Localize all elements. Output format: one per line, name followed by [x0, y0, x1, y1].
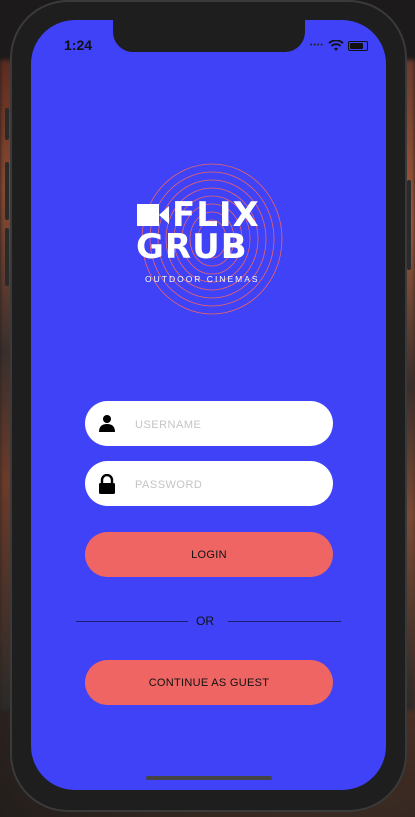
username-field[interactable] [85, 401, 333, 448]
or-separator-label: OR [196, 614, 214, 628]
username-input[interactable] [133, 401, 317, 448]
wifi-icon [328, 39, 344, 57]
side-button-power [407, 180, 411, 270]
side-button-mute [5, 108, 9, 140]
side-button-volume-down [5, 228, 9, 286]
lock-icon [98, 473, 116, 499]
notch [113, 20, 305, 52]
divider-left [76, 621, 188, 622]
login-button[interactable]: LOGIN [85, 532, 333, 577]
side-button-volume-up [5, 162, 9, 220]
status-icons: •••• [310, 38, 370, 52]
login-button-label: LOGIN [191, 548, 227, 561]
home-indicator[interactable] [146, 776, 272, 780]
battery-icon [348, 41, 368, 51]
logo-subtitle: OUTDOOR CINEMAS [145, 274, 260, 284]
logo-text-grub: GRUB [136, 227, 248, 267]
status-time: 1:24 [64, 37, 93, 53]
continue-as-guest-label: CONTINUE AS GUEST [148, 676, 270, 689]
password-input[interactable] [133, 461, 317, 508]
continue-as-guest-button[interactable]: CONTINUE AS GUEST [85, 660, 333, 705]
divider-right [228, 621, 341, 622]
cellular-signal-icon: •••• [310, 42, 324, 49]
user-icon [98, 414, 116, 437]
password-field[interactable] [85, 461, 333, 508]
camera-lens-icon [159, 206, 169, 224]
camera-icon [137, 204, 159, 226]
